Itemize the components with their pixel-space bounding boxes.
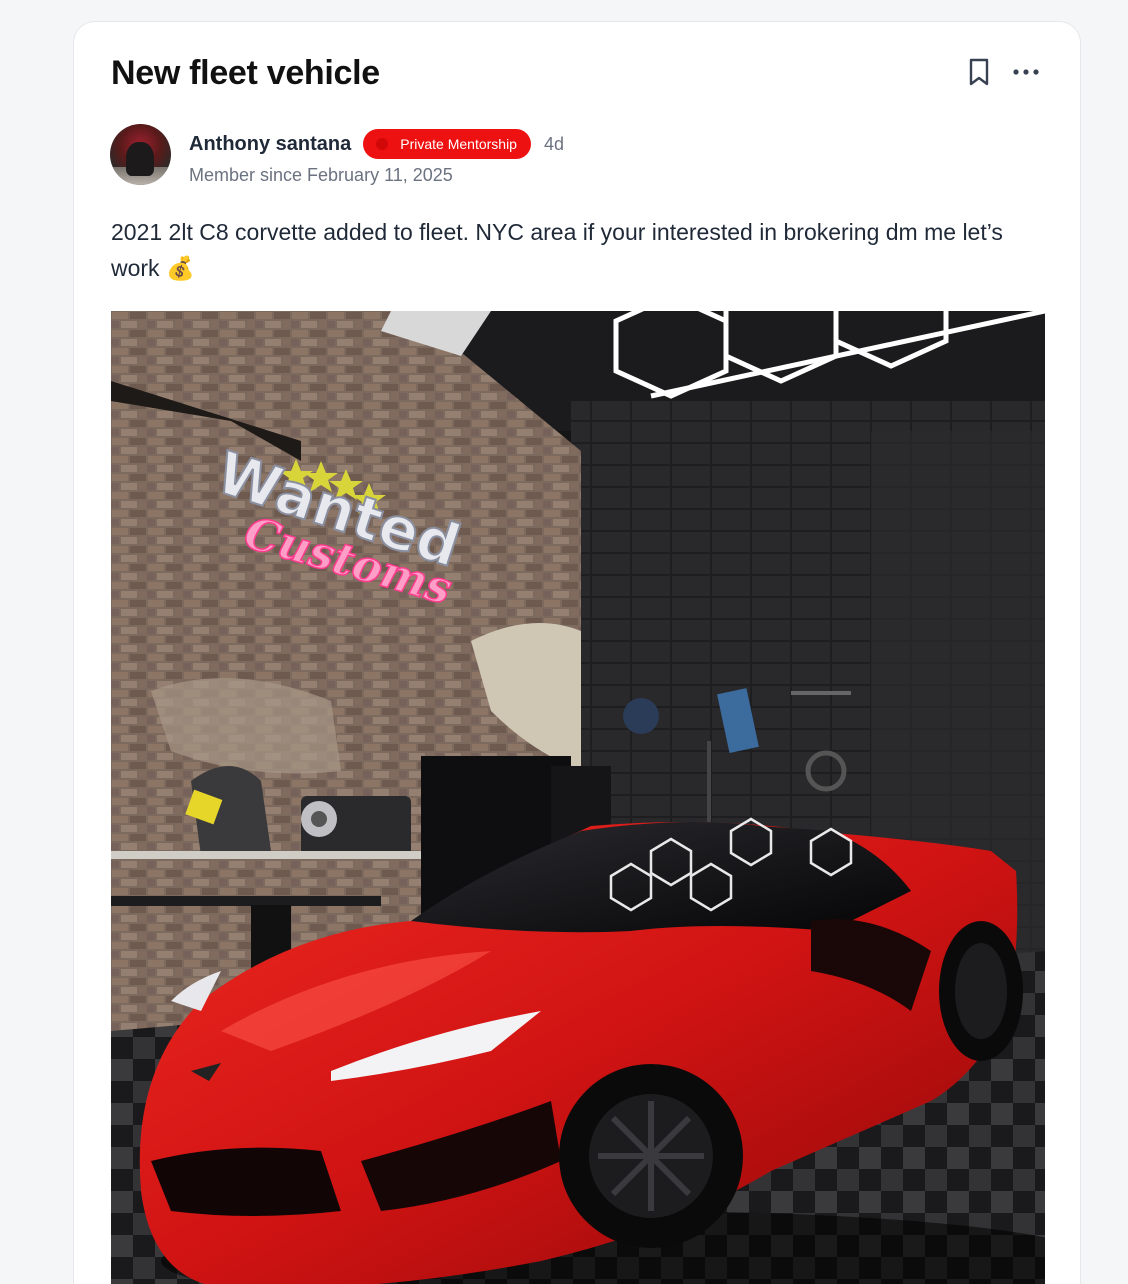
post-timestamp: 4d xyxy=(543,133,564,154)
author-meta: Anthony santana Private Mentorship 4d Me… xyxy=(189,129,564,186)
more-horizontal-icon xyxy=(1013,69,1039,75)
post-title: New fleet vehicle xyxy=(111,54,380,92)
more-options-button[interactable] xyxy=(1012,68,1040,76)
post-body: 2021 2lt C8 corvette added to fleet. NYC… xyxy=(111,219,1003,281)
post-actions xyxy=(968,58,1040,86)
bookmark-button[interactable] xyxy=(968,58,990,86)
post-image[interactable]: Wanted Customs xyxy=(111,311,1045,1284)
author-row: Anthony santana Private Mentorship 4d Me… xyxy=(110,124,564,186)
member-since: Member since February 11, 2025 xyxy=(189,165,453,185)
membership-badge: Private Mentorship xyxy=(363,129,531,159)
badge-dot-icon xyxy=(376,138,389,150)
avatar[interactable] xyxy=(110,124,171,185)
bookmark-icon xyxy=(969,58,989,86)
badge-label: Private Mentorship xyxy=(400,136,517,152)
author-name[interactable]: Anthony santana xyxy=(189,133,351,156)
post-card: New fleet vehicle Anthony santana Privat… xyxy=(73,21,1081,1284)
